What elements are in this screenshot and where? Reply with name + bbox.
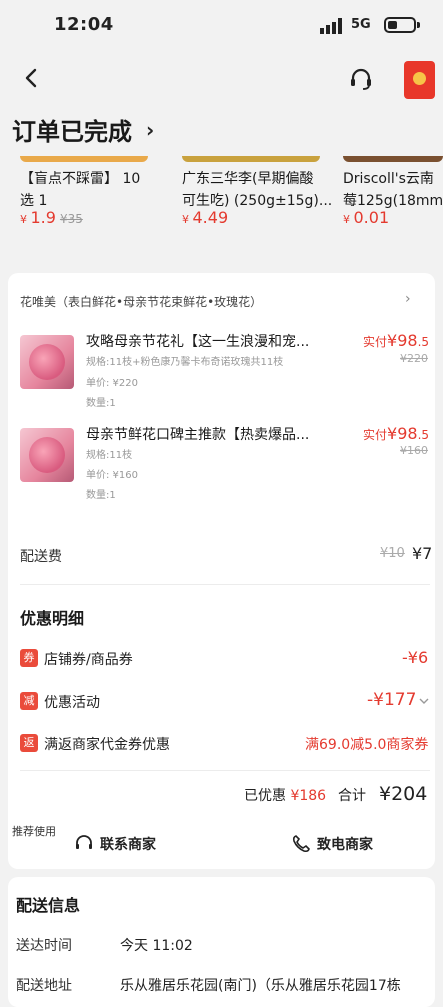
product-quantity: 数量:1 <box>86 490 116 501</box>
battery-icon <box>384 17 416 33</box>
shop-name[interactable]: 花唯美（表白鲜花•母亲节花束鲜花•玫瑰花） <box>20 293 262 310</box>
contact-merchant-button[interactable]: 联系商家 <box>74 830 156 858</box>
back-arrow-icon[interactable] <box>18 64 46 92</box>
divider <box>20 770 430 771</box>
recommend-item-price: ¥ 4.49 <box>182 208 229 227</box>
network-type: 5G <box>351 17 371 32</box>
recommend-item-price: ¥ 1.9 ¥35 <box>20 208 83 227</box>
order-status-title[interactable]: 订单已完成 <box>12 112 132 147</box>
discount-value: 满69.0减5.0商家券 <box>305 737 429 753</box>
customer-service-icon[interactable] <box>348 66 374 92</box>
shipping-fee: ¥7 <box>412 544 433 563</box>
total-amount: ¥204 <box>379 783 428 805</box>
recommend-item[interactable]: Driscoll's云南 莓125g(18mm) ¥ 0.01 <box>343 156 443 256</box>
saved-amount: 已优惠 ¥186 <box>244 788 327 804</box>
discount-label: 满返商家代金券优惠 <box>44 737 170 753</box>
phone-icon <box>292 835 310 853</box>
product-spec: 规格:11枝 <box>86 450 133 461</box>
recommend-item-name: 【盲点不踩雷】 10 选 1 <box>20 171 141 209</box>
product-image <box>182 156 320 162</box>
product-name[interactable]: 母亲节鲜花口碑主推款【热卖爆品... <box>86 424 336 444</box>
total-label: 合计 <box>338 788 366 804</box>
product-quantity: 数量:1 <box>86 398 116 409</box>
coupon-tag-icon: 券 <box>20 649 38 667</box>
signal-icon <box>320 18 342 34</box>
discount-value[interactable]: -¥177 <box>367 690 416 710</box>
product-thumbnail[interactable] <box>20 335 74 389</box>
chevron-right-icon[interactable]: › <box>405 291 411 307</box>
delivery-section-title: 配送信息 <box>16 896 81 915</box>
product-image <box>20 156 148 162</box>
product-original-price: ¥220 <box>400 352 428 365</box>
recommend-item-price: ¥ 0.01 <box>343 208 390 227</box>
chat-icon <box>76 835 92 849</box>
red-packet-icon[interactable] <box>404 61 435 99</box>
status-bar: 12:04 5G <box>0 0 443 52</box>
product-thumbnail[interactable] <box>20 428 74 482</box>
discount-value: -¥6 <box>402 648 429 667</box>
product-paid-price: 实付¥98.5 <box>363 331 430 350</box>
recommend-badge: 推荐使用 <box>12 825 56 838</box>
discount-label: 优惠活动 <box>44 695 100 711</box>
product-image <box>343 156 443 162</box>
promotion-tag-icon: 减 <box>20 692 38 710</box>
recommend-item-name: 广东三华李(早期偏酸 可生吃) (250g±15g)... <box>182 171 333 209</box>
product-spec: 规格:11枝+粉色康乃馨卡布奇诺玫瑰共11枝 <box>86 357 284 368</box>
product-unit-price: 单价: ¥220 <box>86 378 138 389</box>
recommend-item[interactable]: 广东三华李(早期偏酸 可生吃) (250g±15g)... ¥ 4.49 <box>182 156 332 256</box>
battery-cap <box>417 22 420 28</box>
discount-label: 店铺券/商品券 <box>44 652 133 668</box>
recommend-item[interactable]: 【盲点不踩雷】 10 选 1 ¥ 1.9 ¥35 <box>20 156 170 256</box>
call-merchant-button[interactable]: 致电商家 <box>291 830 373 858</box>
shipping-fee-label: 配送费 <box>20 549 62 565</box>
delivery-time-label: 送达时间 <box>16 938 72 954</box>
shipping-fee-original: ¥10 <box>380 546 405 561</box>
delivery-address: 乐从雅居乐花园(南门)（乐从雅居乐花园17栋 <box>120 978 401 994</box>
discount-section-title: 优惠明细 <box>20 609 85 628</box>
status-time: 12:04 <box>54 14 114 35</box>
chevron-right-icon: › <box>146 118 155 142</box>
chevron-down-icon[interactable] <box>418 696 430 706</box>
product-original-price: ¥160 <box>400 444 428 457</box>
rebate-tag-icon: 返 <box>20 734 38 752</box>
delivery-time: 今天 11:02 <box>120 938 193 954</box>
product-name[interactable]: 攻略母亲节花礼【这一生浪漫和宠... <box>86 331 336 351</box>
product-paid-price: 实付¥98.5 <box>363 424 430 443</box>
divider <box>20 584 430 585</box>
recommend-item-name: Driscoll's云南 莓125g(18mm) <box>343 171 443 209</box>
product-unit-price: 单价: ¥160 <box>86 470 138 481</box>
delivery-address-label: 配送地址 <box>16 978 72 994</box>
